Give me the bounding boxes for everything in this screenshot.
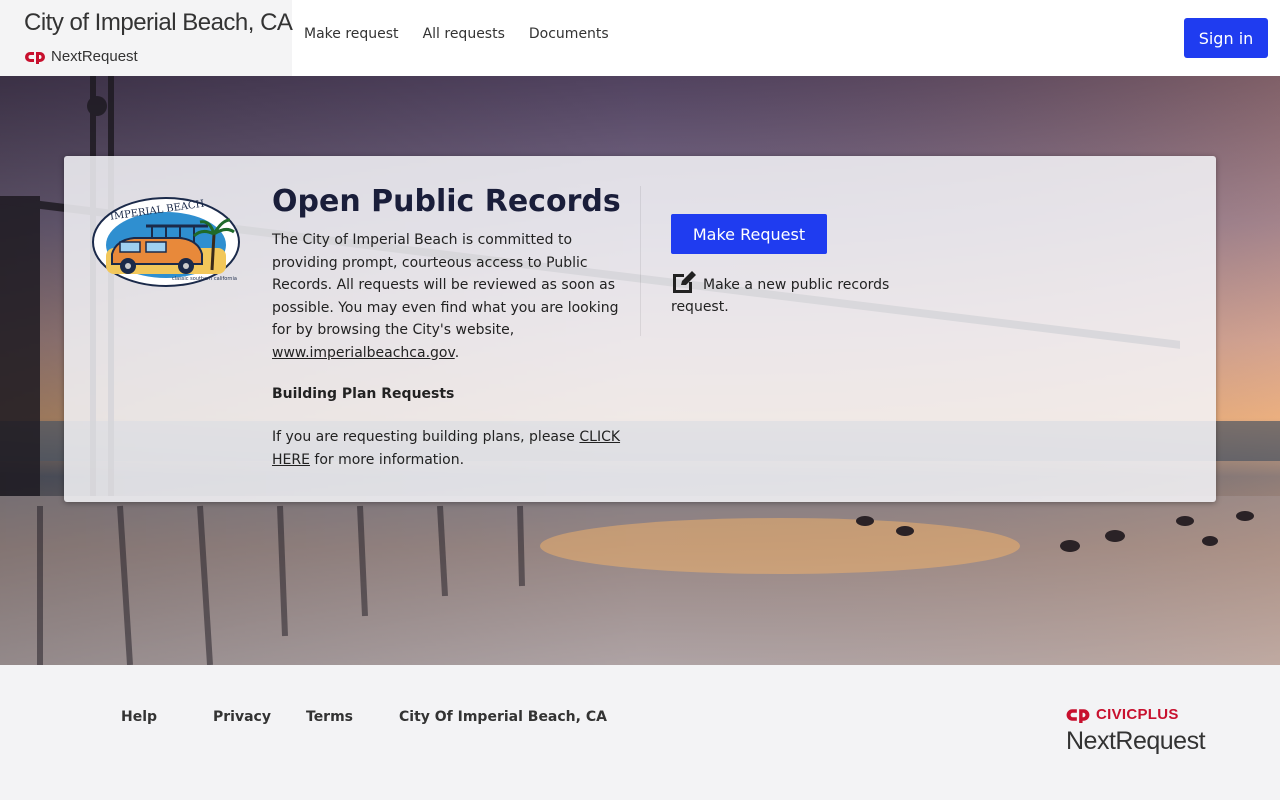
footer-link-city[interactable]: City Of Imperial Beach, CA bbox=[399, 709, 607, 725]
make-request-description: Make a new public records request. bbox=[671, 277, 890, 315]
imperial-beach-logo: IMPERIAL BEACH classic southern californ… bbox=[92, 197, 240, 287]
make-request-button[interactable]: Make Request bbox=[671, 214, 827, 254]
top-header: City of Imperial Beach, CA NextRequest M… bbox=[0, 0, 1280, 76]
civicplus-mark-icon bbox=[25, 51, 45, 64]
intro-paragraph: The City of Imperial Beach is committed … bbox=[272, 229, 636, 364]
footer-link-help[interactable]: Help bbox=[121, 709, 157, 725]
building-plans-heading: Building Plan Requests bbox=[272, 386, 455, 402]
footer-link-privacy[interactable]: Privacy bbox=[213, 709, 271, 725]
intro-text: The City of Imperial Beach is committed … bbox=[272, 232, 619, 338]
nextrequest-footer-text: NextRequest bbox=[1066, 727, 1206, 755]
nav-make-request[interactable]: Make request bbox=[304, 26, 399, 42]
page-title: Open Public Records bbox=[272, 184, 621, 219]
nav-documents[interactable]: Documents bbox=[529, 26, 609, 42]
sign-in-button[interactable]: Sign in bbox=[1184, 18, 1268, 58]
intro-card: IMPERIAL BEACH classic southern californ… bbox=[64, 156, 1216, 502]
hero-section: IMPERIAL BEACH classic southern californ… bbox=[0, 76, 1280, 665]
building-plans-paragraph: If you are requesting building plans, pl… bbox=[272, 426, 632, 472]
plans-text-end: for more information. bbox=[309, 452, 465, 468]
page-footer: Help Privacy Terms City Of Imperial Beac… bbox=[0, 665, 1280, 800]
column-divider bbox=[640, 186, 641, 336]
civicplus-text: CIVICPLUS bbox=[1096, 706, 1179, 723]
civicplus-mark-icon bbox=[1066, 708, 1090, 723]
footer-link-terms[interactable]: Terms bbox=[306, 709, 353, 725]
nav-all-requests[interactable]: All requests bbox=[423, 26, 505, 42]
nextrequest-brand: NextRequest bbox=[25, 48, 138, 65]
intro-text-end: . bbox=[454, 344, 460, 361]
plans-text: If you are requesting building plans, pl… bbox=[272, 429, 580, 445]
logo-text-bottom: classic southern california bbox=[172, 276, 237, 282]
civicplus-logo[interactable]: CIVICPLUS bbox=[1066, 706, 1179, 723]
product-name: NextRequest bbox=[51, 48, 138, 65]
main-nav: Make request All requests Documents bbox=[304, 26, 609, 42]
city-title[interactable]: City of Imperial Beach, CA bbox=[24, 9, 293, 37]
city-website-link[interactable]: www.imperialbeachca.gov bbox=[272, 345, 455, 361]
brand-block[interactable]: City of Imperial Beach, CA NextRequest bbox=[0, 0, 293, 76]
